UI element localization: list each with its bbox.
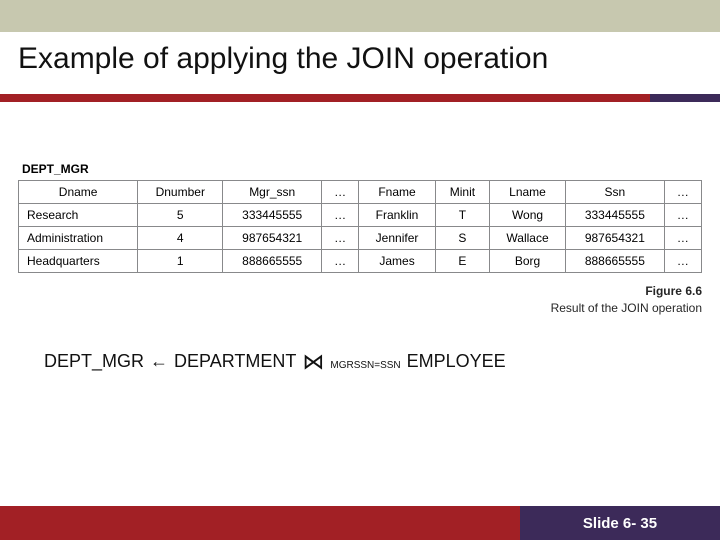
table-row: Headquarters 1 888665555 … James E Borg … bbox=[19, 250, 702, 273]
cell: Research bbox=[19, 204, 138, 227]
cell: 888665555 bbox=[223, 250, 322, 273]
cell: T bbox=[435, 204, 489, 227]
col-ell-1: … bbox=[322, 181, 359, 204]
footer-purple: Slide 6- 35 bbox=[520, 506, 720, 540]
cell: 5 bbox=[138, 204, 223, 227]
col-lname: Lname bbox=[490, 181, 566, 204]
cell: … bbox=[322, 250, 359, 273]
cell: … bbox=[664, 227, 701, 250]
cell: 987654321 bbox=[223, 227, 322, 250]
cell: Headquarters bbox=[19, 250, 138, 273]
cell: Franklin bbox=[359, 204, 436, 227]
cell: Wong bbox=[490, 204, 566, 227]
figure-description: Result of the JOIN operation bbox=[551, 301, 702, 315]
result-table-name: DEPT_MGR bbox=[22, 162, 702, 176]
col-ssn: Ssn bbox=[565, 181, 664, 204]
expr-condition: MGRSSN=SSN bbox=[330, 360, 400, 373]
cell: James bbox=[359, 250, 436, 273]
cell: 987654321 bbox=[565, 227, 664, 250]
expr-arrow: ← bbox=[150, 351, 168, 372]
cell: E bbox=[435, 250, 489, 273]
cell: … bbox=[664, 204, 701, 227]
table-row: Research 5 333445555 … Franklin T Wong 3… bbox=[19, 204, 702, 227]
col-ell-2: … bbox=[664, 181, 701, 204]
top-decorative-band bbox=[0, 0, 720, 32]
content-area: DEPT_MGR Dname Dnumber Mgr_ssn … Fname M… bbox=[0, 102, 720, 482]
figure-number: Figure 6.6 bbox=[645, 284, 702, 298]
cell: 333445555 bbox=[223, 204, 322, 227]
table-row: Administration 4 987654321 … Jennifer S … bbox=[19, 227, 702, 250]
result-table: Dname Dnumber Mgr_ssn … Fname Minit Lnam… bbox=[18, 180, 702, 273]
cell: S bbox=[435, 227, 489, 250]
col-minit: Minit bbox=[435, 181, 489, 204]
cell: … bbox=[322, 204, 359, 227]
col-dname: Dname bbox=[19, 181, 138, 204]
accent-red bbox=[0, 94, 650, 102]
accent-purple bbox=[650, 94, 720, 102]
table-header-row: Dname Dnumber Mgr_ssn … Fname Minit Lnam… bbox=[19, 181, 702, 204]
title-band: Example of applying the JOIN operation bbox=[0, 32, 720, 94]
footer: Slide 6- 35 bbox=[0, 506, 720, 540]
expr-left: DEPARTMENT bbox=[174, 351, 296, 372]
cell: 4 bbox=[138, 227, 223, 250]
cell: Borg bbox=[490, 250, 566, 273]
cell: Jennifer bbox=[359, 227, 436, 250]
col-dnumber: Dnumber bbox=[138, 181, 223, 204]
slide-number: Slide 6- 35 bbox=[583, 515, 657, 532]
col-mgrssn: Mgr_ssn bbox=[223, 181, 322, 204]
slide-title: Example of applying the JOIN operation bbox=[18, 42, 702, 76]
expr-result: DEPT_MGR bbox=[44, 351, 144, 372]
figure-caption: Figure 6.6 Result of the JOIN operation bbox=[18, 283, 702, 317]
bowtie-icon: ⋈ bbox=[302, 351, 324, 373]
join-expression: DEPT_MGR ← DEPARTMENT ⋈ MGRSSN=SSN EMPLO… bbox=[18, 351, 702, 373]
col-fname: Fname bbox=[359, 181, 436, 204]
cell: 1 bbox=[138, 250, 223, 273]
expr-right: EMPLOYEE bbox=[407, 351, 506, 372]
cell: Administration bbox=[19, 227, 138, 250]
cell: … bbox=[664, 250, 701, 273]
cell: Wallace bbox=[490, 227, 566, 250]
cell: 888665555 bbox=[565, 250, 664, 273]
accent-divider bbox=[0, 94, 720, 102]
cell: … bbox=[322, 227, 359, 250]
cell: 333445555 bbox=[565, 204, 664, 227]
footer-red bbox=[0, 506, 520, 540]
